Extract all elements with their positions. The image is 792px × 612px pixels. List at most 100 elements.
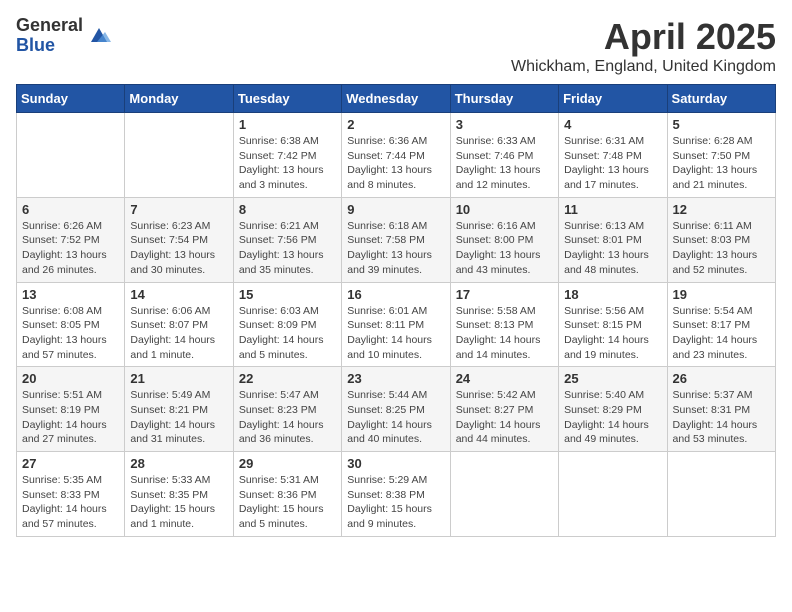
weekday-header-monday: Monday	[125, 85, 233, 113]
calendar-cell: 14 Sunrise: 6:06 AM Sunset: 8:07 PM Dayli…	[125, 282, 233, 367]
week-row-5: 27Sunrise: 5:35 AM Sunset: 8:33 PM Dayli…	[17, 452, 776, 537]
calendar-cell: 29 Sunrise: 5:31 AM Sunset: 8:36 PM Dayli…	[233, 452, 341, 537]
day-info: Sunrise: 5:33 AM Sunset: 8:35 PM Dayligh…	[130, 473, 227, 532]
day-number: 20	[22, 371, 119, 386]
day-number: 14	[130, 287, 227, 302]
day-info: Sunrise: 5:44 AM Sunset: 8:25 PM Dayligh…	[347, 388, 444, 447]
calendar-cell: 28 Sunrise: 5:33 AM Sunset: 8:35 PM Dayli…	[125, 452, 233, 537]
calendar-cell	[17, 113, 125, 198]
calendar-cell: 11 Sunrise: 6:13 AM Sunset: 8:01 PM Dayli…	[559, 197, 667, 282]
week-row-4: 20 Sunrise: 5:51 AM Sunset: 8:19 PM Dayli…	[17, 367, 776, 452]
calendar-cell: 9Sunrise: 6:18 AM Sunset: 7:58 PM Daylig…	[342, 197, 450, 282]
day-number: 21	[130, 371, 227, 386]
day-number: 6	[22, 202, 119, 217]
calendar-cell: 8 Sunrise: 6:21 AM Sunset: 7:56 PM Daylig…	[233, 197, 341, 282]
calendar-cell: 27Sunrise: 5:35 AM Sunset: 8:33 PM Dayli…	[17, 452, 125, 537]
day-info: Sunrise: 6:28 AM Sunset: 7:50 PM Dayligh…	[673, 134, 770, 193]
month-title: April 2025	[511, 16, 776, 58]
day-number: 8	[239, 202, 336, 217]
calendar-cell	[667, 452, 775, 537]
day-info: Sunrise: 5:42 AM Sunset: 8:27 PM Dayligh…	[456, 388, 553, 447]
calendar-cell: 26Sunrise: 5:37 AM Sunset: 8:31 PM Dayli…	[667, 367, 775, 452]
day-number: 12	[673, 202, 770, 217]
calendar-cell: 2 Sunrise: 6:36 AM Sunset: 7:44 PM Daylig…	[342, 113, 450, 198]
calendar-cell: 23Sunrise: 5:44 AM Sunset: 8:25 PM Dayli…	[342, 367, 450, 452]
day-number: 17	[456, 287, 553, 302]
logo-icon	[87, 24, 111, 48]
calendar-cell: 30Sunrise: 5:29 AM Sunset: 8:38 PM Dayli…	[342, 452, 450, 537]
calendar-cell: 1 Sunrise: 6:38 AM Sunset: 7:42 PM Daylig…	[233, 113, 341, 198]
weekday-header-friday: Friday	[559, 85, 667, 113]
day-number: 24	[456, 371, 553, 386]
title-block: April 2025 Whickham, England, United Kin…	[511, 16, 776, 76]
day-info: Sunrise: 5:58 AM Sunset: 8:13 PM Dayligh…	[456, 304, 553, 363]
calendar-cell: 5Sunrise: 6:28 AM Sunset: 7:50 PM Daylig…	[667, 113, 775, 198]
calendar-cell: 25Sunrise: 5:40 AM Sunset: 8:29 PM Dayli…	[559, 367, 667, 452]
day-info: Sunrise: 5:31 AM Sunset: 8:36 PM Dayligh…	[239, 473, 336, 532]
weekday-header-saturday: Saturday	[667, 85, 775, 113]
calendar-cell: 20 Sunrise: 5:51 AM Sunset: 8:19 PM Dayli…	[17, 367, 125, 452]
day-info: Sunrise: 6:26 AM Sunset: 7:52 PM Dayligh…	[22, 219, 119, 278]
week-row-2: 6 Sunrise: 6:26 AM Sunset: 7:52 PM Daylig…	[17, 197, 776, 282]
day-number: 22	[239, 371, 336, 386]
day-number: 15	[239, 287, 336, 302]
day-number: 3	[456, 117, 553, 132]
week-row-3: 13 Sunrise: 6:08 AM Sunset: 8:05 PM Dayli…	[17, 282, 776, 367]
day-number: 1	[239, 117, 336, 132]
day-info: Sunrise: 6:18 AM Sunset: 7:58 PM Dayligh…	[347, 219, 444, 278]
logo: General Blue	[16, 16, 111, 56]
day-info: Sunrise: 5:51 AM Sunset: 8:19 PM Dayligh…	[22, 388, 119, 447]
day-info: Sunrise: 6:21 AM Sunset: 7:56 PM Dayligh…	[239, 219, 336, 278]
day-info: Sunrise: 6:08 AM Sunset: 8:05 PM Dayligh…	[22, 304, 119, 363]
calendar-cell: 15Sunrise: 6:03 AM Sunset: 8:09 PM Dayli…	[233, 282, 341, 367]
calendar-body: 1 Sunrise: 6:38 AM Sunset: 7:42 PM Daylig…	[17, 113, 776, 537]
calendar-cell: 12Sunrise: 6:11 AM Sunset: 8:03 PM Dayli…	[667, 197, 775, 282]
calendar-cell	[450, 452, 558, 537]
calendar-cell: 24 Sunrise: 5:42 AM Sunset: 8:27 PM Dayli…	[450, 367, 558, 452]
calendar-cell: 19Sunrise: 5:54 AM Sunset: 8:17 PM Dayli…	[667, 282, 775, 367]
day-number: 10	[456, 202, 553, 217]
calendar-cell: 3 Sunrise: 6:33 AM Sunset: 7:46 PM Daylig…	[450, 113, 558, 198]
day-info: Sunrise: 5:35 AM Sunset: 8:33 PM Dayligh…	[22, 473, 119, 532]
day-number: 4	[564, 117, 661, 132]
day-info: Sunrise: 6:01 AM Sunset: 8:11 PM Dayligh…	[347, 304, 444, 363]
calendar-cell: 16 Sunrise: 6:01 AM Sunset: 8:11 PM Dayli…	[342, 282, 450, 367]
day-number: 13	[22, 287, 119, 302]
day-info: Sunrise: 5:29 AM Sunset: 8:38 PM Dayligh…	[347, 473, 444, 532]
calendar-cell: 22 Sunrise: 5:47 AM Sunset: 8:23 PM Dayli…	[233, 367, 341, 452]
weekday-row: SundayMondayTuesdayWednesdayThursdayFrid…	[17, 85, 776, 113]
day-info: Sunrise: 6:06 AM Sunset: 8:07 PM Dayligh…	[130, 304, 227, 363]
day-number: 28	[130, 456, 227, 471]
logo-general: General	[16, 16, 83, 36]
weekday-header-tuesday: Tuesday	[233, 85, 341, 113]
calendar-cell: 21Sunrise: 5:49 AM Sunset: 8:21 PM Dayli…	[125, 367, 233, 452]
day-info: Sunrise: 6:13 AM Sunset: 8:01 PM Dayligh…	[564, 219, 661, 278]
day-info: Sunrise: 5:47 AM Sunset: 8:23 PM Dayligh…	[239, 388, 336, 447]
weekday-header-thursday: Thursday	[450, 85, 558, 113]
calendar-cell	[559, 452, 667, 537]
day-info: Sunrise: 6:38 AM Sunset: 7:42 PM Dayligh…	[239, 134, 336, 193]
weekday-header-wednesday: Wednesday	[342, 85, 450, 113]
day-number: 18	[564, 287, 661, 302]
day-number: 26	[673, 371, 770, 386]
calendar-header: SundayMondayTuesdayWednesdayThursdayFrid…	[17, 85, 776, 113]
calendar-cell: 18Sunrise: 5:56 AM Sunset: 8:15 PM Dayli…	[559, 282, 667, 367]
calendar: SundayMondayTuesdayWednesdayThursdayFrid…	[16, 84, 776, 537]
week-row-1: 1 Sunrise: 6:38 AM Sunset: 7:42 PM Daylig…	[17, 113, 776, 198]
calendar-cell: 4 Sunrise: 6:31 AM Sunset: 7:48 PM Daylig…	[559, 113, 667, 198]
day-info: Sunrise: 6:33 AM Sunset: 7:46 PM Dayligh…	[456, 134, 553, 193]
logo-blue: Blue	[16, 36, 83, 56]
location: Whickham, England, United Kingdom	[511, 58, 776, 76]
calendar-cell: 6 Sunrise: 6:26 AM Sunset: 7:52 PM Daylig…	[17, 197, 125, 282]
calendar-cell: 10 Sunrise: 6:16 AM Sunset: 8:00 PM Dayli…	[450, 197, 558, 282]
day-number: 29	[239, 456, 336, 471]
day-number: 11	[564, 202, 661, 217]
calendar-cell	[125, 113, 233, 198]
day-info: Sunrise: 5:40 AM Sunset: 8:29 PM Dayligh…	[564, 388, 661, 447]
day-info: Sunrise: 6:31 AM Sunset: 7:48 PM Dayligh…	[564, 134, 661, 193]
day-info: Sunrise: 6:16 AM Sunset: 8:00 PM Dayligh…	[456, 219, 553, 278]
day-number: 16	[347, 287, 444, 302]
day-number: 2	[347, 117, 444, 132]
day-number: 7	[130, 202, 227, 217]
day-info: Sunrise: 6:36 AM Sunset: 7:44 PM Dayligh…	[347, 134, 444, 193]
